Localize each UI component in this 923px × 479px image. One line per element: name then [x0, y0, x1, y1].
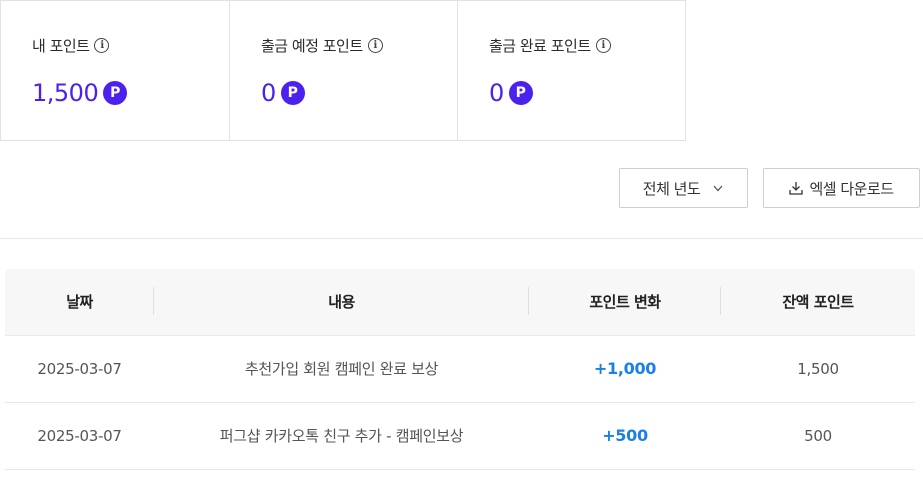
cell-content: 추천가입 회원 캠페인 완료 보상 — [244, 360, 439, 378]
card-pending-withdrawal: 출금 예정 포인트 i 0 P — [229, 0, 458, 141]
year-filter-label: 전체 년도 — [642, 179, 701, 198]
download-icon — [789, 182, 804, 195]
point-history-table: 날짜 내용 포인트 변화 잔액 포인트 2025-03-07 추천가입 회원 캠… — [5, 269, 915, 470]
card-value: 0 — [261, 79, 276, 107]
card-title: 출금 완료 포인트 — [489, 37, 591, 55]
cell-content: 퍼그샵 카카오톡 친구 추가 - 캠페인보상 — [219, 427, 464, 445]
cell-date: 2025-03-07 — [37, 426, 122, 445]
divider — [0, 238, 923, 239]
cell-balance: 500 — [804, 426, 832, 445]
cell-point-change: +500 — [602, 426, 648, 445]
card-value: 0 — [489, 79, 504, 107]
header-date: 날짜 — [66, 293, 93, 312]
point-badge-icon: P — [280, 81, 305, 105]
table-row: 2025-03-07 퍼그샵 카카오톡 친구 추가 - 캠페인보상 +500 5… — [5, 402, 915, 469]
header-point-change: 포인트 변화 — [589, 293, 661, 312]
excel-download-label: 엑셀 다운로드 — [809, 179, 894, 198]
info-icon[interactable]: i — [367, 38, 383, 53]
header-balance: 잔액 포인트 — [782, 293, 854, 312]
cell-date: 2025-03-07 — [37, 359, 122, 378]
excel-download-button[interactable]: 엑셀 다운로드 — [763, 168, 920, 208]
info-icon[interactable]: i — [94, 38, 110, 53]
chevron-down-icon — [713, 185, 723, 192]
card-value: 1,500 — [32, 79, 99, 107]
card-title: 출금 예정 포인트 — [261, 37, 363, 55]
card-title: 내 포인트 — [32, 37, 90, 55]
year-filter-select[interactable]: 전체 년도 — [619, 168, 748, 208]
point-badge-icon: P — [103, 81, 128, 105]
point-summary-cards: 내 포인트 i 1,500 P 출금 예정 포인트 i 0 P 출금 완료 포인… — [0, 0, 690, 143]
cell-point-change: +1,000 — [593, 359, 657, 378]
cell-balance: 1,500 — [797, 359, 839, 378]
point-badge-icon: P — [508, 81, 533, 105]
card-completed-withdrawal: 출금 완료 포인트 i 0 P — [457, 0, 686, 141]
header-content: 내용 — [328, 293, 355, 312]
info-icon[interactable]: i — [595, 38, 611, 53]
table-row: 2025-03-07 추천가입 회원 캠페인 완료 보상 +1,000 1,50… — [5, 335, 915, 402]
card-my-points: 내 포인트 i 1,500 P — [0, 0, 230, 141]
table-header-row: 날짜 내용 포인트 변화 잔액 포인트 — [5, 269, 915, 335]
